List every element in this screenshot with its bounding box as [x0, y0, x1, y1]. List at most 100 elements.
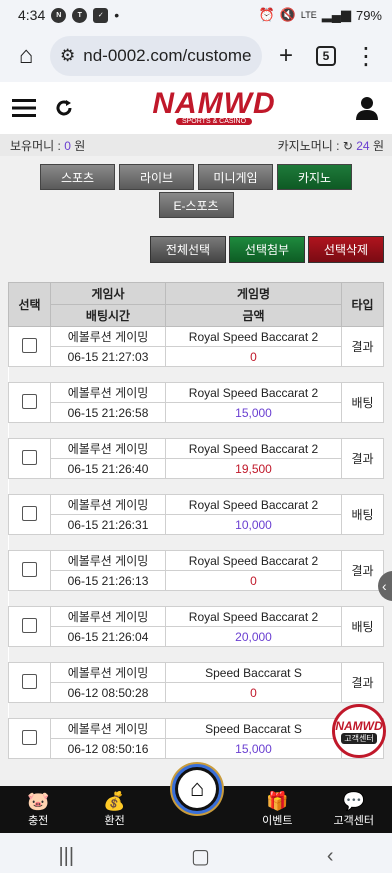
nav-deposit-label: 충전: [28, 815, 49, 827]
row-amount: 19,500: [165, 458, 342, 479]
nav-deposit[interactable]: 🐷 충전: [8, 791, 68, 828]
dot-icon: •: [114, 7, 120, 23]
service-badge-logo: NAMWD: [335, 718, 383, 733]
row-checkbox[interactable]: [22, 337, 37, 353]
row-amount: 15,000: [165, 738, 342, 759]
gift-icon: 🎁: [266, 791, 289, 811]
site-header: NAMWD SPORTS & CASINO: [0, 82, 392, 134]
header-game-name: 게임명: [165, 282, 342, 305]
row-type: 결과: [341, 438, 384, 479]
row-provider: 에볼루션 게이밍: [50, 494, 166, 515]
nav-withdraw[interactable]: 💰 환전: [85, 791, 145, 828]
row-amount: 10,000: [165, 514, 342, 535]
new-tab-icon[interactable]: +: [270, 40, 302, 72]
user-profile-icon[interactable]: [354, 95, 380, 121]
table-row: 에볼루션 게이밍 Royal Speed Baccarat 2 배팅: [8, 606, 384, 647]
more-menu-icon[interactable]: ⋮: [350, 40, 382, 72]
row-amount: 0: [165, 682, 342, 703]
row-game: Royal Speed Baccarat 2: [165, 326, 342, 347]
delete-selected-button[interactable]: 선택삭제: [308, 236, 384, 263]
row-time: 06-15 21:27:03: [50, 346, 166, 367]
url-text: nd-0002.com/custome: [83, 46, 252, 65]
browser-toolbar: ⌂ ⚙ nd-0002.com/custome + 5 ⋮: [0, 30, 392, 82]
nav-event[interactable]: 🎁 이벤트: [247, 791, 307, 828]
header-select: 선택: [8, 282, 51, 327]
home-icon[interactable]: ⌂: [10, 40, 42, 72]
table-row: 에볼루션 게이밍 Speed Baccarat S 결과: [8, 662, 384, 703]
row-amount: 0: [165, 346, 342, 367]
nav-withdraw-label: 환전: [104, 815, 125, 827]
row-checkbox[interactable]: [22, 729, 37, 745]
attach-selected-button[interactable]: 선택첨부: [229, 236, 305, 263]
select-all-button[interactable]: 전체선택: [150, 236, 226, 263]
nav-event-label: 이벤트: [262, 815, 293, 827]
table-row: 에볼루션 게이밍 Speed Baccarat S: [8, 718, 384, 759]
row-type: 결과: [341, 662, 384, 703]
row-checkbox[interactable]: [22, 617, 37, 633]
recent-apps-icon[interactable]: |||: [58, 845, 74, 868]
customer-service-badge[interactable]: NAMWD 고객센터: [332, 704, 386, 758]
talk-app-icon: T: [72, 7, 88, 23]
row-checkbox[interactable]: [22, 561, 37, 577]
row-type: 배팅: [341, 606, 384, 647]
holding-money: 보유머니 : 0 원: [10, 138, 86, 153]
casino-money: 카지노머니 : ↻ 24 원: [277, 138, 384, 153]
status-time: 4:34: [18, 7, 46, 23]
header-bet-time: 배팅시간: [50, 304, 166, 327]
row-game: Royal Speed Baccarat 2: [165, 382, 342, 403]
row-time: 06-15 21:26:13: [50, 570, 166, 591]
row-time: 06-15 21:26:04: [50, 626, 166, 647]
casino-refresh-icon[interactable]: ↻: [343, 139, 353, 153]
system-home-icon[interactable]: ▢: [191, 844, 210, 869]
row-provider: 에볼루션 게이밍: [50, 550, 166, 571]
row-game: Royal Speed Baccarat 2: [165, 438, 342, 459]
tab-casino[interactable]: 카지노: [277, 164, 352, 190]
row-time: 06-15 21:26:40: [50, 458, 166, 479]
address-bar[interactable]: ⚙ nd-0002.com/custome: [50, 36, 262, 76]
table-row: 에볼루션 게이밍 Royal Speed Baccarat 2 배팅: [8, 494, 384, 535]
signal-icon: ▂▄▆: [321, 7, 351, 22]
bet-history-content: 스포츠 라이브 미니게임 카지노 E-스포츠 전체선택 선택첨부 선택삭제 선택…: [0, 156, 392, 786]
row-type: 배팅: [341, 494, 384, 535]
row-type: 결과: [341, 326, 384, 367]
nav-support[interactable]: 💬 고객센터: [324, 791, 384, 828]
tab-sports[interactable]: 스포츠: [40, 164, 115, 190]
tab-switcher-button[interactable]: 5: [310, 40, 342, 72]
row-checkbox[interactable]: [22, 449, 37, 465]
site-logo[interactable]: NAMWD SPORTS & CASINO: [152, 87, 276, 125]
row-amount: 15,000: [165, 402, 342, 423]
lte-label: LTE: [300, 10, 317, 20]
home-button[interactable]: ⌂: [172, 764, 222, 814]
row-amount: 20,000: [165, 626, 342, 647]
row-provider: 에볼루션 게이밍: [50, 438, 166, 459]
row-checkbox[interactable]: [22, 393, 37, 409]
tab-esports[interactable]: E-스포츠: [158, 192, 234, 218]
row-checkbox[interactable]: [22, 673, 37, 689]
chat-bubble-icon: 💬: [342, 791, 365, 811]
row-provider: 에볼루션 게이밍: [50, 718, 166, 739]
row-time: 06-15 21:26:31: [50, 514, 166, 535]
check-app-icon: ✓: [93, 7, 109, 23]
table-row: 에볼루션 게이밍 Royal Speed Baccarat 2 배팅: [8, 382, 384, 423]
row-game: Royal Speed Baccarat 2: [165, 606, 342, 627]
logo-sub-text: SPORTS & CASINO: [175, 118, 253, 125]
row-type: 배팅: [341, 382, 384, 423]
refresh-icon[interactable]: [54, 98, 74, 118]
row-game: Speed Baccarat S: [165, 662, 342, 683]
back-icon[interactable]: ‹: [327, 845, 334, 868]
tab-minigame[interactable]: 미니게임: [198, 164, 273, 190]
row-provider: 에볼루션 게이밍: [50, 662, 166, 683]
row-checkbox[interactable]: [22, 505, 37, 521]
site-settings-icon[interactable]: ⚙: [60, 46, 75, 66]
money-bar: 보유머니 : 0 원 카지노머니 : ↻ 24 원: [0, 134, 392, 156]
tab-live[interactable]: 라이브: [119, 164, 194, 190]
house-icon: ⌂: [178, 770, 216, 808]
hamburger-menu-icon[interactable]: [12, 98, 36, 118]
battery-level: 79%: [355, 7, 382, 23]
logo-main-text: NAMWD: [152, 87, 276, 120]
row-game: Speed Baccarat S: [165, 718, 342, 739]
table-row: 에볼루션 게이밍 Royal Speed Baccarat 2 결과: [8, 550, 384, 591]
row-amount: 0: [165, 570, 342, 591]
header-provider: 게임사: [50, 282, 166, 305]
table-row: 에볼루션 게이밍 Royal Speed Baccarat 2 결과: [8, 438, 384, 479]
